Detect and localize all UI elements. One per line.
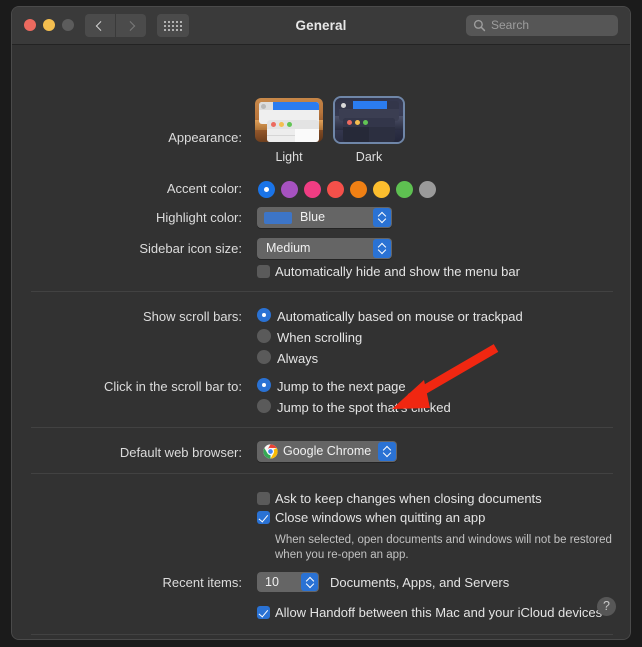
appearance-light-caption: Light xyxy=(275,150,303,164)
close-windows-quitting-label: Close windows when quitting an app xyxy=(275,510,486,525)
click-spot-clicked-radio[interactable] xyxy=(257,399,271,413)
sidebar-icon-size-value: Medium xyxy=(266,241,311,255)
help-button[interactable]: ? xyxy=(597,597,616,616)
click-spot-clicked-label: Jump to the spot that's clicked xyxy=(277,400,451,415)
window-titlebar: General Search xyxy=(12,7,630,45)
scrollbars-auto-radio[interactable] xyxy=(257,308,271,322)
ask-keep-changes-label: Ask to keep changes when closing documen… xyxy=(275,491,542,506)
show-scroll-bars-label: Show scroll bars: xyxy=(143,309,242,324)
close-windows-quitting-checkbox[interactable] xyxy=(257,511,270,524)
appearance-label: Appearance: xyxy=(168,130,242,145)
appearance-light-option[interactable] xyxy=(255,98,323,142)
accent-swatch-pink[interactable] xyxy=(304,181,321,198)
accent-swatch-purple[interactable] xyxy=(281,181,298,198)
scrollbars-always-label: Always xyxy=(277,351,319,366)
chevron-updown-icon xyxy=(373,239,391,258)
preferences-content: Appearance: Light Dark Accent color: Hig… xyxy=(12,45,630,639)
search-icon xyxy=(473,19,486,32)
recent-items-stepper[interactable]: 10 xyxy=(257,572,319,592)
section-divider xyxy=(31,473,613,474)
accent-swatch-green[interactable] xyxy=(396,181,413,198)
click-next-page-radio[interactable] xyxy=(257,378,271,392)
scrollbars-always-radio[interactable] xyxy=(257,350,271,364)
chrome-icon xyxy=(263,444,278,459)
click-next-page-label: Jump to the next page xyxy=(277,379,406,394)
recent-items-value: 10 xyxy=(265,575,279,589)
section-divider xyxy=(31,291,613,292)
ask-keep-changes-checkbox[interactable] xyxy=(257,492,270,505)
chevron-updown-icon xyxy=(373,208,391,227)
search-placeholder: Search xyxy=(491,18,530,32)
appearance-dark-caption: Dark xyxy=(355,150,383,164)
scrollbars-auto-label: Automatically based on mouse or trackpad xyxy=(277,309,523,324)
allow-handoff-checkbox[interactable] xyxy=(257,606,270,619)
accent-swatch-red[interactable] xyxy=(327,181,344,198)
recent-items-suffix: Documents, Apps, and Servers xyxy=(330,575,510,590)
check-icon xyxy=(258,606,269,617)
sidebar-icon-size-label: Sidebar icon size: xyxy=(139,241,242,256)
accent-swatch-orange[interactable] xyxy=(350,181,367,198)
default-web-browser-label: Default web browser: xyxy=(119,445,242,460)
sidebar-icon-size-popup[interactable]: Medium xyxy=(257,238,392,259)
auto-hide-menu-bar-checkbox[interactable] xyxy=(257,265,270,278)
appearance-dark-option[interactable] xyxy=(333,96,405,144)
system-preferences-window: General Search Appearance: Light Dark Ac… xyxy=(11,6,631,640)
highlight-color-popup[interactable]: Blue xyxy=(257,207,392,228)
auto-hide-menu-bar-label: Automatically hide and show the menu bar xyxy=(275,264,520,279)
allow-handoff-label: Allow Handoff between this Mac and your … xyxy=(275,605,603,620)
close-windows-helper-line1: When selected, open documents and window… xyxy=(275,534,612,546)
scrollbars-when-scrolling-label: When scrolling xyxy=(277,330,363,345)
accent-swatch-graphite[interactable] xyxy=(419,181,436,198)
stepper-arrows-icon[interactable] xyxy=(301,573,318,591)
scrollbars-when-scrolling-radio[interactable] xyxy=(257,329,271,343)
close-windows-helper-line2: when you re-open an app. xyxy=(275,549,409,561)
chevron-updown-icon xyxy=(378,442,396,461)
recent-items-label: Recent items: xyxy=(162,575,242,590)
check-icon xyxy=(258,511,269,522)
section-divider xyxy=(31,634,613,635)
highlight-color-value: Blue xyxy=(300,210,326,224)
highlight-color-label: Highlight color: xyxy=(156,210,242,225)
accent-swatch-yellow[interactable] xyxy=(373,181,390,198)
accent-color-label: Accent color: xyxy=(166,181,242,196)
search-input[interactable]: Search xyxy=(466,15,618,36)
highlight-color-swatch xyxy=(264,212,292,224)
section-divider xyxy=(31,427,613,428)
default-web-browser-popup[interactable]: Google Chrome xyxy=(257,441,397,462)
click-scroll-bar-label: Click in the scroll bar to: xyxy=(104,379,242,394)
default-web-browser-value: Google Chrome xyxy=(283,444,372,458)
accent-swatch-blue[interactable] xyxy=(258,181,275,198)
